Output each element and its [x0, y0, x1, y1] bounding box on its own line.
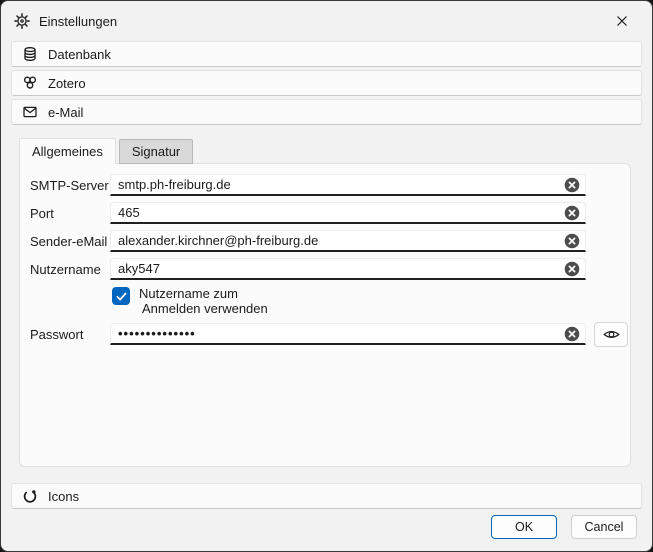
sender-label: Sender-eMail: [30, 234, 110, 249]
section-label: e-Mail: [48, 105, 83, 120]
smtp-field-wrap: [110, 174, 586, 196]
password-field-wrap: [110, 323, 586, 345]
email-general-panel: SMTP-Server Port Sender-eMail: [19, 163, 631, 467]
username-login-checkbox-row: Nutzername zum Anmelden verwenden: [112, 286, 630, 316]
zotero-icon: [22, 75, 38, 91]
port-row: Port: [30, 202, 630, 224]
password-label: Passwort: [30, 327, 110, 342]
close-icon: [615, 14, 629, 28]
email-tabstrip: Allgemeines Signatur: [19, 138, 652, 164]
reveal-password-button[interactable]: [594, 322, 628, 347]
window-title: Einstellungen: [39, 14, 117, 29]
settings-dialog: Einstellungen Datenbank: [0, 0, 653, 552]
database-icon: [22, 46, 38, 62]
dialog-footer: OK Cancel: [491, 515, 637, 539]
ok-button[interactable]: OK: [491, 515, 557, 539]
eye-icon: [603, 328, 620, 341]
section-label: Icons: [48, 489, 79, 504]
tab-allgemeines[interactable]: Allgemeines: [19, 138, 116, 164]
username-field-wrap: [110, 258, 586, 280]
titlebar: Einstellungen: [1, 1, 652, 41]
section-bar-datenbank[interactable]: Datenbank: [11, 41, 642, 67]
clear-icon[interactable]: [564, 233, 580, 249]
mail-icon: [22, 104, 38, 120]
sender-field-wrap: [110, 230, 586, 252]
tab-label: Signatur: [132, 144, 180, 159]
clear-icon[interactable]: [564, 326, 580, 342]
password-row: Passwort: [30, 323, 630, 345]
gear-icon: [14, 13, 30, 29]
close-button[interactable]: [605, 8, 639, 34]
smtp-row: SMTP-Server: [30, 174, 630, 196]
checkmark-icon: [115, 290, 128, 303]
cancel-button[interactable]: Cancel: [571, 515, 637, 539]
clear-icon[interactable]: [564, 261, 580, 277]
sender-input[interactable]: [111, 231, 585, 250]
port-label: Port: [30, 206, 110, 221]
checkbox-label: Nutzername zum Anmelden verwenden: [139, 286, 268, 316]
section-label: Datenbank: [48, 47, 111, 62]
section-bar-zotero[interactable]: Zotero: [11, 70, 642, 96]
port-input[interactable]: [111, 203, 585, 222]
smtp-input[interactable]: [111, 175, 585, 194]
sender-row: Sender-eMail: [30, 230, 630, 252]
tab-signatur[interactable]: Signatur: [119, 139, 193, 164]
username-input[interactable]: [111, 259, 585, 278]
smtp-label: SMTP-Server: [30, 178, 110, 193]
username-row: Nutzername: [30, 258, 630, 280]
username-label: Nutzername: [30, 262, 110, 277]
section-bar-email[interactable]: e-Mail: [11, 99, 642, 125]
section-label: Zotero: [48, 76, 86, 91]
password-input[interactable]: [111, 324, 585, 343]
clear-icon[interactable]: [564, 205, 580, 221]
username-login-checkbox[interactable]: [112, 287, 130, 305]
port-field-wrap: [110, 202, 586, 224]
clear-icon[interactable]: [564, 177, 580, 193]
sync-icon: [22, 488, 38, 504]
tab-label: Allgemeines: [32, 144, 103, 159]
section-bar-icons[interactable]: Icons: [11, 483, 642, 509]
